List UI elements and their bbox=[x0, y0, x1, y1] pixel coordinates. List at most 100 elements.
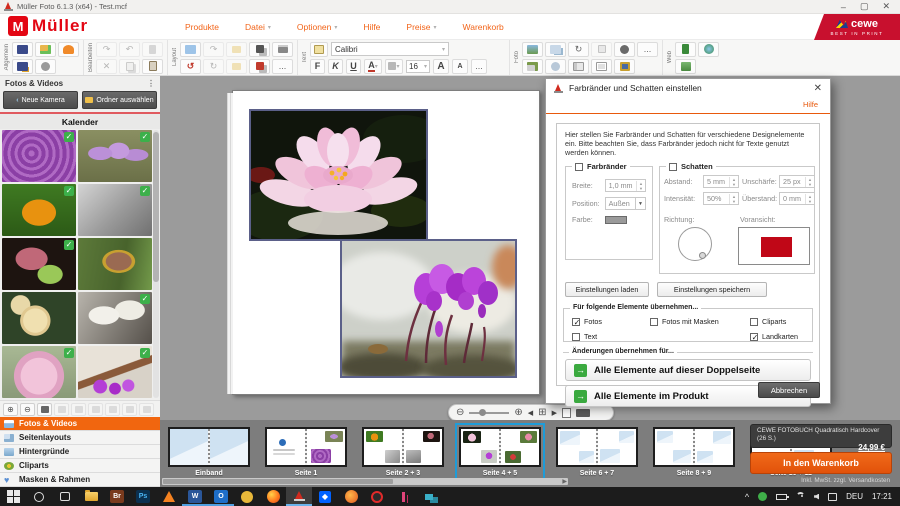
arrange-icon[interactable] bbox=[249, 42, 270, 57]
taskbar-browser[interactable] bbox=[338, 487, 364, 506]
language-indicator[interactable]: DEU bbox=[846, 492, 863, 501]
photo-thumbnail-iris[interactable] bbox=[78, 238, 152, 290]
sidebar-scrollbar[interactable] bbox=[153, 130, 159, 398]
shadow-overhang-spinner[interactable]: 0 mm▲▼ bbox=[779, 192, 815, 205]
zoom-slider-knob[interactable] bbox=[479, 409, 486, 416]
shadow-blur-spinner[interactable]: 25 px▲▼ bbox=[779, 175, 815, 188]
photo-thumbnail-cyclamen-house[interactable]: ✓ bbox=[78, 346, 152, 398]
tab-hintergruende[interactable]: Hintergründe bbox=[0, 445, 160, 459]
start-button[interactable] bbox=[0, 487, 26, 506]
border-color-swatch[interactable] bbox=[605, 216, 627, 224]
insert-photo-icon[interactable] bbox=[522, 42, 543, 57]
filmstrip-scrollbar[interactable]: ▶ bbox=[162, 478, 568, 485]
swap-photos-icon[interactable] bbox=[545, 42, 566, 57]
taskbar-opera[interactable] bbox=[364, 487, 390, 506]
menu-produkte[interactable]: Produkte bbox=[185, 22, 219, 32]
photo-cyclamen[interactable] bbox=[340, 239, 517, 378]
checkbox-fotos-mit-masken[interactable] bbox=[650, 318, 658, 326]
decrease-font-button[interactable]: A bbox=[452, 59, 468, 74]
photo-waterlily[interactable] bbox=[249, 109, 428, 241]
taskbar-bridge[interactable]: Br bbox=[104, 487, 130, 506]
delete-icon[interactable] bbox=[142, 42, 163, 57]
rotate-photo-icon[interactable]: ↻ bbox=[568, 42, 589, 57]
flip-icon[interactable]: ↷ bbox=[203, 42, 224, 57]
italic-button[interactable]: K bbox=[328, 59, 343, 74]
layout-option-6-icon[interactable] bbox=[139, 403, 154, 416]
filmstrip-page-8-9[interactable]: Seite 8 + 9 bbox=[649, 423, 739, 481]
scroll-right-icon[interactable]: ▶ bbox=[562, 478, 567, 485]
photo-thumbnail-dark-leaves[interactable]: ✓ bbox=[2, 238, 76, 290]
wifi-icon[interactable] bbox=[796, 492, 805, 501]
taskbar-analytics[interactable] bbox=[390, 487, 416, 506]
rotate-left-icon[interactable]: ↺ bbox=[180, 59, 201, 74]
shadow-intensity-spinner[interactable]: 50%▲▼ bbox=[703, 192, 739, 205]
layout-option-5-icon[interactable] bbox=[122, 403, 137, 416]
speaker-icon[interactable] bbox=[814, 494, 819, 500]
photo-thumbnail-waterlily[interactable]: ✓ bbox=[2, 346, 76, 398]
font-family-select[interactable]: Calibri▾ bbox=[331, 42, 449, 56]
next-page-icon[interactable]: ▶ bbox=[552, 409, 557, 417]
font-color-button[interactable]: A▾ bbox=[364, 59, 382, 74]
sidebar-options-icon[interactable]: ⋮ bbox=[147, 79, 155, 88]
edit-photo-icon[interactable] bbox=[522, 59, 543, 74]
tab-cliparts[interactable]: Cliparts bbox=[0, 459, 160, 473]
save-as-icon[interactable] bbox=[12, 59, 33, 74]
checkbox-cliparts[interactable] bbox=[750, 318, 758, 326]
choose-folder-button[interactable]: Ordner auswählen bbox=[82, 91, 157, 109]
layout-option-1-icon[interactable] bbox=[54, 403, 69, 416]
taskbar-photoshop[interactable]: Ps bbox=[130, 487, 156, 506]
open-project-icon[interactable] bbox=[35, 42, 56, 57]
paste-icon[interactable] bbox=[142, 59, 163, 74]
photo-thumbnail-butterfly[interactable]: ✓ bbox=[2, 184, 76, 236]
taskbar-dropbox[interactable]: ◆ bbox=[312, 487, 338, 506]
minimize-button[interactable]: – bbox=[841, 2, 846, 12]
taskbar-outlook[interactable]: O bbox=[208, 487, 234, 506]
shadow-distance-spinner[interactable]: 5 mm▲▼ bbox=[703, 175, 739, 188]
zoom-in-icon[interactable]: ⊕ bbox=[514, 408, 522, 418]
redo-icon[interactable]: ↷ bbox=[96, 42, 117, 57]
save-settings-button[interactable]: Einstellungen speichern bbox=[657, 282, 767, 297]
assistant-icon[interactable] bbox=[58, 42, 79, 57]
border-position-select[interactable]: Außen▼ bbox=[605, 197, 646, 210]
sync-status-icon[interactable] bbox=[758, 492, 767, 501]
copy-icon[interactable] bbox=[119, 59, 140, 74]
add-to-cart-button[interactable]: In den Warenkorb bbox=[750, 452, 892, 474]
text-frame-icon[interactable] bbox=[310, 42, 328, 57]
filmstrip-page-2-3[interactable]: Seite 2 + 3 bbox=[358, 423, 448, 481]
previous-page-icon[interactable]: ◀ bbox=[528, 409, 533, 417]
new-camera-button[interactable]: ‹Neue Kamera bbox=[3, 91, 78, 109]
layout-option-2-icon[interactable] bbox=[71, 403, 86, 416]
text-style-button[interactable]: ▾ bbox=[385, 59, 403, 74]
layout-more-icon[interactable]: ... bbox=[272, 59, 293, 74]
tab-masken-rahmen[interactable]: ♥Masken & Rahmen bbox=[0, 473, 160, 487]
close-button[interactable]: ✕ bbox=[882, 1, 890, 12]
web-gallery-icon[interactable] bbox=[675, 59, 696, 74]
photo-effects-icon[interactable] bbox=[545, 59, 566, 74]
photo-library-icon[interactable] bbox=[568, 59, 589, 74]
taskbar-explorer[interactable] bbox=[78, 487, 104, 506]
help-link[interactable]: Hilfe bbox=[803, 100, 818, 109]
settings-gear-icon[interactable] bbox=[35, 59, 56, 74]
save-icon[interactable] bbox=[12, 42, 33, 57]
foto-more-icon[interactable]: ... bbox=[637, 42, 658, 57]
zoom-thumbnails-icon[interactable]: ⊕ bbox=[3, 403, 18, 416]
photo-thumbnail-crocus[interactable]: ✓ bbox=[78, 130, 152, 182]
bold-button[interactable]: F bbox=[310, 59, 325, 74]
cancel-button[interactable]: Abbrechen bbox=[758, 382, 820, 398]
font-size-select[interactable]: 16▾ bbox=[406, 60, 430, 73]
layout-option-4-icon[interactable] bbox=[105, 403, 120, 416]
menu-hilfe[interactable]: Hilfe bbox=[363, 22, 380, 32]
rotate-right-icon[interactable]: ↻ bbox=[203, 59, 224, 74]
fit-page-icon[interactable]: ⊞ bbox=[538, 408, 546, 418]
border-width-spinner[interactable]: 1,0 mm▲▼ bbox=[605, 179, 646, 192]
photo-thumbnail-stone[interactable]: ✓ bbox=[78, 184, 152, 236]
bring-forward-icon[interactable] bbox=[226, 59, 247, 74]
cut-icon[interactable]: ✕ bbox=[96, 59, 117, 74]
filmstrip-page-1[interactable]: Seite 1 bbox=[261, 423, 351, 481]
photo-thumbnail-magnolia[interactable]: ✓ bbox=[78, 292, 152, 344]
dialog-close-icon[interactable]: ✕ bbox=[814, 83, 822, 94]
zoom-slider[interactable] bbox=[469, 412, 509, 414]
clock[interactable]: 17:21 bbox=[872, 492, 892, 501]
crop-icon[interactable] bbox=[591, 42, 612, 57]
undo-icon[interactable]: ↶ bbox=[119, 42, 140, 57]
